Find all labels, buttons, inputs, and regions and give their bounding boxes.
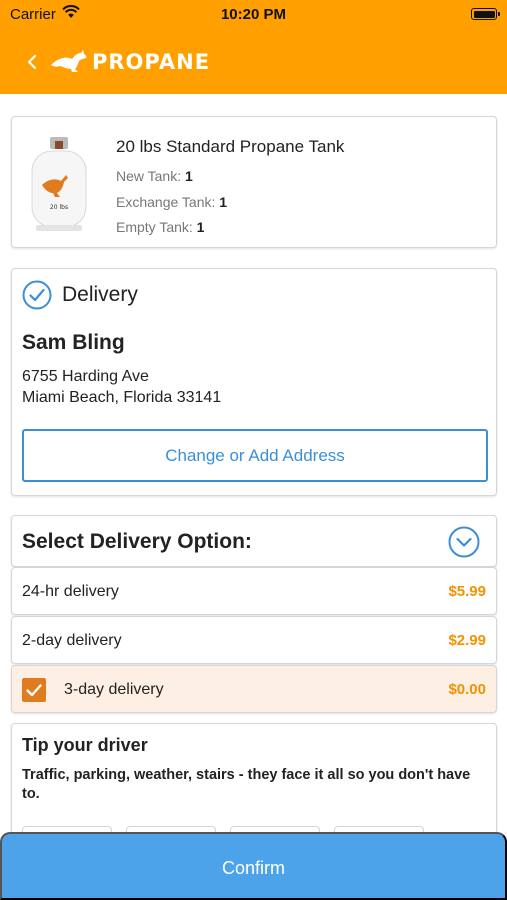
delivery-option-price: $2.99 <box>448 632 486 649</box>
empty-tank-label: Empty Tank: <box>116 219 193 235</box>
tip-title: Tip your driver <box>22 735 148 755</box>
kangaroo-logo-icon <box>48 45 90 80</box>
delivery-option-header[interactable]: Select Delivery Option: <box>11 515 497 567</box>
empty-tank-row: Empty Tank: 1 <box>116 219 204 235</box>
check-circle-icon <box>22 280 52 310</box>
delivery-option-heading: Select Delivery Option: <box>22 530 252 553</box>
delivery-option-name: 2-day delivery <box>22 632 122 649</box>
clock: 10:20 PM <box>220 6 287 23</box>
address-line-2: Miami Beach, Florida 33141 <box>22 389 222 406</box>
empty-tank-value: 1 <box>196 219 205 235</box>
address-line-1: 6755 Harding Ave <box>22 368 149 385</box>
tank-label: 20 lbs <box>50 204 68 211</box>
confirm-button[interactable]: Confirm <box>0 832 507 900</box>
delivery-heading: Delivery <box>62 283 138 306</box>
exchange-tank-value: 1 <box>219 194 228 210</box>
battery-icon <box>471 8 500 20</box>
delivery-option-24hr[interactable]: 24-hr delivery $5.99 <box>11 567 497 615</box>
delivery-option-2day[interactable]: 2-day delivery $2.99 <box>11 616 497 664</box>
propane-tank-image: 20 lbs <box>28 135 90 233</box>
tip-description: Traffic, parking, weather, stairs - they… <box>22 767 471 802</box>
chevron-down-circle-icon[interactable] <box>448 526 480 558</box>
change-address-button[interactable]: Change or Add Address <box>22 429 488 482</box>
new-tank-row: New Tank: 1 <box>116 168 193 184</box>
new-tank-value: 1 <box>185 168 193 184</box>
status-bar: Carrier 10:20 PM <box>0 0 507 30</box>
delivery-card: Delivery Sam Bling 6755 Harding Ave Miam… <box>11 268 497 496</box>
delivery-option-3day[interactable]: 3-day delivery $0.00 <box>11 665 497 713</box>
back-chevron-icon[interactable] <box>18 48 46 76</box>
app-logo: PROPANE <box>48 44 210 80</box>
exchange-tank-row: Exchange Tank: 1 <box>116 194 227 210</box>
product-title: 20 lbs Standard Propane Tank <box>116 137 345 156</box>
delivery-option-price: $5.99 <box>448 583 486 600</box>
delivery-option-name: 24-hr delivery <box>22 583 119 600</box>
checkbox-checked-icon[interactable] <box>22 678 46 702</box>
new-tank-label: New Tank: <box>116 168 182 184</box>
logo-text: PROPANE <box>92 50 211 74</box>
delivery-option-name: 3-day delivery <box>64 681 164 698</box>
delivery-option-price: $0.00 <box>448 681 486 698</box>
exchange-tank-label: Exchange Tank: <box>116 194 216 210</box>
nav-bar: PROPANE <box>0 30 507 94</box>
recipient-name: Sam Bling <box>22 331 125 354</box>
product-card: 20 lbs 20 lbs Standard Propane Tank New … <box>11 116 497 248</box>
